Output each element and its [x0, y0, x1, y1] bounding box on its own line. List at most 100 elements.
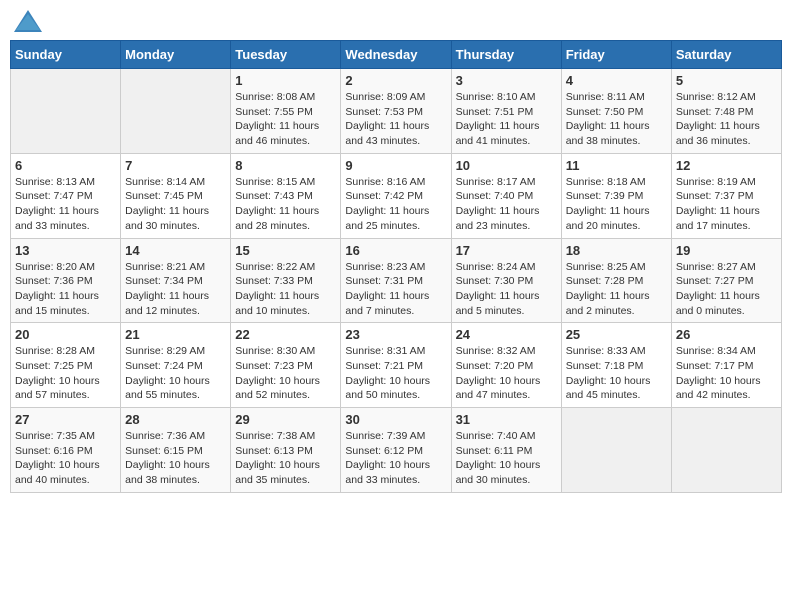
- calendar-week-row: 6 Sunrise: 8:13 AM Sunset: 7:47 PM Daylig…: [11, 153, 782, 238]
- calendar-cell: [11, 69, 121, 154]
- day-info: Sunrise: 8:21 AM Sunset: 7:34 PM Dayligh…: [125, 260, 226, 319]
- day-info: Sunrise: 8:10 AM Sunset: 7:51 PM Dayligh…: [456, 90, 557, 149]
- day-info: Sunrise: 8:31 AM Sunset: 7:21 PM Dayligh…: [345, 344, 446, 403]
- day-number: 1: [235, 73, 336, 88]
- day-number: 12: [676, 158, 777, 173]
- day-info: Sunrise: 8:14 AM Sunset: 7:45 PM Dayligh…: [125, 175, 226, 234]
- day-info: Sunrise: 8:22 AM Sunset: 7:33 PM Dayligh…: [235, 260, 336, 319]
- calendar-cell: 29 Sunrise: 7:38 AM Sunset: 6:13 PM Dayli…: [231, 408, 341, 493]
- day-info: Sunrise: 7:38 AM Sunset: 6:13 PM Dayligh…: [235, 429, 336, 488]
- calendar-cell: [121, 69, 231, 154]
- day-info: Sunrise: 8:34 AM Sunset: 7:17 PM Dayligh…: [676, 344, 777, 403]
- day-info: Sunrise: 8:28 AM Sunset: 7:25 PM Dayligh…: [15, 344, 116, 403]
- day-number: 19: [676, 243, 777, 258]
- calendar-cell: 2 Sunrise: 8:09 AM Sunset: 7:53 PM Daylig…: [341, 69, 451, 154]
- calendar-cell: 14 Sunrise: 8:21 AM Sunset: 7:34 PM Dayli…: [121, 238, 231, 323]
- day-number: 27: [15, 412, 116, 427]
- calendar-cell: 1 Sunrise: 8:08 AM Sunset: 7:55 PM Daylig…: [231, 69, 341, 154]
- day-info: Sunrise: 7:39 AM Sunset: 6:12 PM Dayligh…: [345, 429, 446, 488]
- calendar-cell: 21Sunrise: 8:29 AM Sunset: 7:24 PM Dayli…: [121, 323, 231, 408]
- weekday-header-row: SundayMondayTuesdayWednesdayThursdayFrid…: [11, 41, 782, 69]
- day-info: Sunrise: 8:08 AM Sunset: 7:55 PM Dayligh…: [235, 90, 336, 149]
- calendar-cell: 16Sunrise: 8:23 AM Sunset: 7:31 PM Dayli…: [341, 238, 451, 323]
- day-info: Sunrise: 8:17 AM Sunset: 7:40 PM Dayligh…: [456, 175, 557, 234]
- calendar-cell: 4Sunrise: 8:11 AM Sunset: 7:50 PM Daylig…: [561, 69, 671, 154]
- day-number: 20: [15, 327, 116, 342]
- calendar-cell: 22Sunrise: 8:30 AM Sunset: 7:23 PM Dayli…: [231, 323, 341, 408]
- calendar-cell: 31 Sunrise: 7:40 AM Sunset: 6:11 PM Dayli…: [451, 408, 561, 493]
- page-header: [10, 10, 782, 32]
- logo-icon: [14, 10, 42, 32]
- day-number: 24: [456, 327, 557, 342]
- day-number: 3: [456, 73, 557, 88]
- calendar-week-row: 20 Sunrise: 8:28 AM Sunset: 7:25 PM Dayli…: [11, 323, 782, 408]
- day-info: Sunrise: 8:25 AM Sunset: 7:28 PM Dayligh…: [566, 260, 667, 319]
- calendar-cell: 9 Sunrise: 8:16 AM Sunset: 7:42 PM Daylig…: [341, 153, 451, 238]
- calendar-cell: [561, 408, 671, 493]
- weekday-header: Sunday: [11, 41, 121, 69]
- day-info: Sunrise: 8:20 AM Sunset: 7:36 PM Dayligh…: [15, 260, 116, 319]
- day-number: 17: [456, 243, 557, 258]
- weekday-header: Wednesday: [341, 41, 451, 69]
- calendar-cell: 7 Sunrise: 8:14 AM Sunset: 7:45 PM Daylig…: [121, 153, 231, 238]
- day-info: Sunrise: 7:40 AM Sunset: 6:11 PM Dayligh…: [456, 429, 557, 488]
- calendar-cell: 5Sunrise: 8:12 AM Sunset: 7:48 PM Daylig…: [671, 69, 781, 154]
- day-number: 30: [345, 412, 446, 427]
- day-info: Sunrise: 8:27 AM Sunset: 7:27 PM Dayligh…: [676, 260, 777, 319]
- calendar-cell: 8 Sunrise: 8:15 AM Sunset: 7:43 PM Daylig…: [231, 153, 341, 238]
- calendar-cell: 15Sunrise: 8:22 AM Sunset: 7:33 PM Dayli…: [231, 238, 341, 323]
- day-number: 5: [676, 73, 777, 88]
- day-number: 9: [345, 158, 446, 173]
- day-number: 29: [235, 412, 336, 427]
- day-number: 13: [15, 243, 116, 258]
- calendar-cell: 10 Sunrise: 8:17 AM Sunset: 7:40 PM Dayli…: [451, 153, 561, 238]
- calendar-cell: 19 Sunrise: 8:27 AM Sunset: 7:27 PM Dayli…: [671, 238, 781, 323]
- calendar-cell: 20 Sunrise: 8:28 AM Sunset: 7:25 PM Dayli…: [11, 323, 121, 408]
- weekday-header: Saturday: [671, 41, 781, 69]
- weekday-header: Tuesday: [231, 41, 341, 69]
- day-number: 6: [15, 158, 116, 173]
- day-number: 14: [125, 243, 226, 258]
- calendar-week-row: 1 Sunrise: 8:08 AM Sunset: 7:55 PM Daylig…: [11, 69, 782, 154]
- day-number: 11: [566, 158, 667, 173]
- day-info: Sunrise: 8:23 AM Sunset: 7:31 PM Dayligh…: [345, 260, 446, 319]
- day-number: 7: [125, 158, 226, 173]
- calendar-cell: 3 Sunrise: 8:10 AM Sunset: 7:51 PM Daylig…: [451, 69, 561, 154]
- calendar-body: 1 Sunrise: 8:08 AM Sunset: 7:55 PM Daylig…: [11, 69, 782, 493]
- calendar-cell: [671, 408, 781, 493]
- calendar-week-row: 13 Sunrise: 8:20 AM Sunset: 7:36 PM Dayli…: [11, 238, 782, 323]
- day-number: 21: [125, 327, 226, 342]
- day-info: Sunrise: 8:18 AM Sunset: 7:39 PM Dayligh…: [566, 175, 667, 234]
- day-info: Sunrise: 8:09 AM Sunset: 7:53 PM Dayligh…: [345, 90, 446, 149]
- day-info: Sunrise: 8:30 AM Sunset: 7:23 PM Dayligh…: [235, 344, 336, 403]
- day-info: Sunrise: 8:15 AM Sunset: 7:43 PM Dayligh…: [235, 175, 336, 234]
- day-number: 23: [345, 327, 446, 342]
- day-number: 28: [125, 412, 226, 427]
- day-number: 31: [456, 412, 557, 427]
- calendar-header: SundayMondayTuesdayWednesdayThursdayFrid…: [11, 41, 782, 69]
- calendar-cell: 25Sunrise: 8:33 AM Sunset: 7:18 PM Dayli…: [561, 323, 671, 408]
- weekday-header: Friday: [561, 41, 671, 69]
- day-info: Sunrise: 8:13 AM Sunset: 7:47 PM Dayligh…: [15, 175, 116, 234]
- day-info: Sunrise: 8:19 AM Sunset: 7:37 PM Dayligh…: [676, 175, 777, 234]
- calendar-cell: 23 Sunrise: 8:31 AM Sunset: 7:21 PM Dayli…: [341, 323, 451, 408]
- calendar-cell: 18 Sunrise: 8:25 AM Sunset: 7:28 PM Dayli…: [561, 238, 671, 323]
- calendar-cell: 17Sunrise: 8:24 AM Sunset: 7:30 PM Dayli…: [451, 238, 561, 323]
- day-number: 18: [566, 243, 667, 258]
- day-number: 10: [456, 158, 557, 173]
- day-info: Sunrise: 8:16 AM Sunset: 7:42 PM Dayligh…: [345, 175, 446, 234]
- calendar-cell: 13 Sunrise: 8:20 AM Sunset: 7:36 PM Dayli…: [11, 238, 121, 323]
- calendar-week-row: 27Sunrise: 7:35 AM Sunset: 6:16 PM Dayli…: [11, 408, 782, 493]
- calendar-cell: 27Sunrise: 7:35 AM Sunset: 6:16 PM Dayli…: [11, 408, 121, 493]
- day-info: Sunrise: 8:11 AM Sunset: 7:50 PM Dayligh…: [566, 90, 667, 149]
- weekday-header: Monday: [121, 41, 231, 69]
- day-info: Sunrise: 8:33 AM Sunset: 7:18 PM Dayligh…: [566, 344, 667, 403]
- calendar-cell: 26Sunrise: 8:34 AM Sunset: 7:17 PM Dayli…: [671, 323, 781, 408]
- calendar-cell: 24Sunrise: 8:32 AM Sunset: 7:20 PM Dayli…: [451, 323, 561, 408]
- calendar-cell: 12 Sunrise: 8:19 AM Sunset: 7:37 PM Dayli…: [671, 153, 781, 238]
- day-number: 2: [345, 73, 446, 88]
- calendar-table: SundayMondayTuesdayWednesdayThursdayFrid…: [10, 40, 782, 493]
- day-info: Sunrise: 7:36 AM Sunset: 6:15 PM Dayligh…: [125, 429, 226, 488]
- calendar-cell: 28 Sunrise: 7:36 AM Sunset: 6:15 PM Dayli…: [121, 408, 231, 493]
- day-number: 8: [235, 158, 336, 173]
